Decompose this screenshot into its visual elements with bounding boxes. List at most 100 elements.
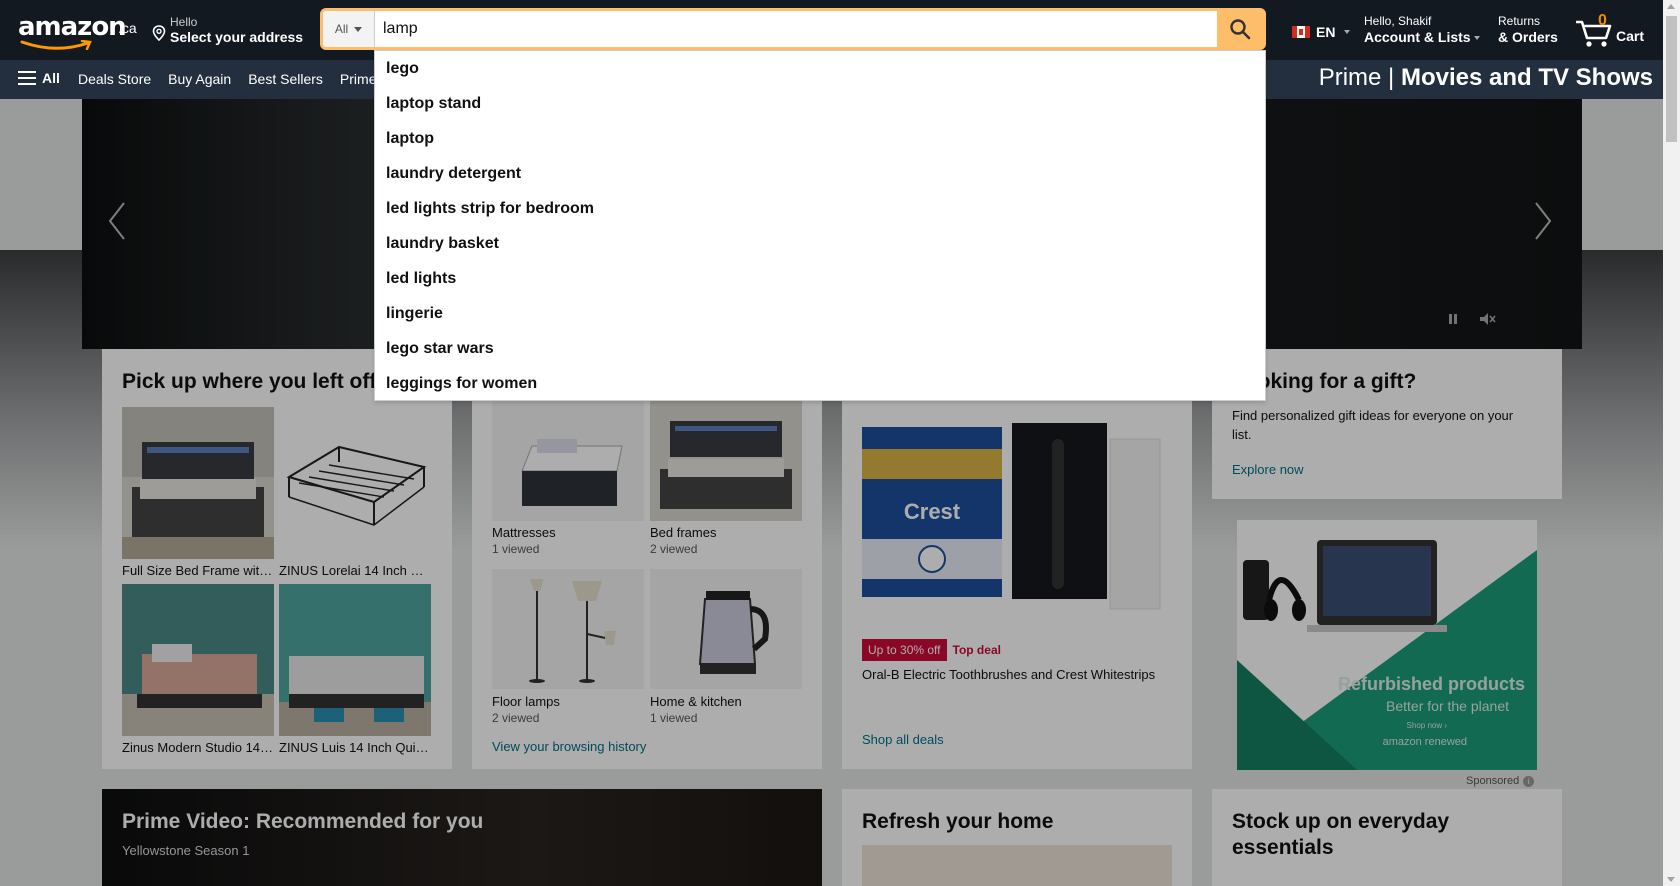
carousel-prev-icon[interactable] (102, 199, 132, 243)
carousel-next-icon[interactable] (1528, 199, 1558, 243)
search-suggestion[interactable]: led lights strip for bedroom (375, 191, 1265, 226)
product-image-studio-bed[interactable] (122, 584, 274, 736)
category-view-count: 1 viewed (650, 711, 698, 725)
explore-now-link[interactable]: Explore now (1232, 462, 1304, 477)
search-suggestion[interactable]: laundry basket (375, 226, 1265, 261)
returns-orders-link[interactable]: Returns & Orders (1498, 14, 1558, 45)
nav-link-buy-again[interactable]: Buy Again (168, 71, 231, 87)
shop-all-deals-link[interactable]: Shop all deals (862, 732, 944, 747)
prime-video-subtitle: Yellowstone Season 1 (122, 843, 250, 859)
search-category-label: All (334, 22, 349, 36)
chevron-down-icon (1473, 36, 1480, 41)
search-suggestions-dropdown: lego laptop stand laptop laundry deterge… (374, 50, 1266, 401)
account-label: Account & Lists (1364, 29, 1471, 45)
deal-product-image[interactable]: Crest (862, 419, 1172, 619)
cart-button[interactable]: 0 Cart (1574, 10, 1654, 50)
category-image-mattresses[interactable] (492, 401, 644, 521)
deal-discount-badge: Up to 30% off (862, 639, 947, 661)
prime-video-title: Prime Video: Recommended for you (122, 810, 484, 833)
search-category-dropdown[interactable]: All (323, 11, 375, 47)
card-stock-up: Stock up on everyday essentials (1212, 789, 1562, 886)
product-caption[interactable]: ZINUS Lorelai 14 Inch Metal Platform Bed… (279, 563, 431, 578)
category-image-floor-lamps[interactable] (492, 569, 644, 689)
product-caption[interactable]: ZINUS Luis 14 Inch Quick Snap Standard B… (279, 740, 431, 755)
ad-cta: Shop now › (1406, 721, 1447, 730)
hamburger-icon (18, 71, 36, 85)
category-name[interactable]: Home & kitchen (650, 694, 742, 709)
product-image-luis-bed[interactable] (279, 584, 431, 736)
deal-tag: Top deal (952, 643, 1001, 657)
ad-title: Refurbished products (1337, 674, 1525, 694)
canada-flag-icon (1292, 26, 1310, 38)
browsing-history-link[interactable]: View your browsing history (492, 739, 646, 754)
search-suggestion[interactable]: lego star wars (375, 331, 1265, 366)
location-pin-icon (152, 25, 166, 41)
smile-arrow-icon (20, 40, 92, 50)
category-name[interactable]: Floor lamps (492, 694, 560, 709)
account-lists-menu[interactable]: Hello, Shakif Account & Lists (1364, 14, 1480, 45)
nav-link-prime[interactable]: Prime (340, 71, 377, 87)
language-code: EN (1316, 24, 1336, 40)
category-view-count: 2 viewed (492, 711, 540, 725)
nav-link-best-sellers[interactable]: Best Sellers (248, 71, 323, 87)
category-name[interactable]: Mattresses (492, 525, 556, 540)
search-icon (1230, 19, 1251, 40)
cart-label: Cart (1616, 28, 1645, 44)
amazon-logo[interactable]: amazon .ca (14, 10, 137, 50)
all-menu-button[interactable]: All (18, 70, 60, 86)
card-refresh-home: Refresh your home (842, 789, 1192, 886)
search-input[interactable] (383, 11, 1217, 47)
card-gift-title: Looking for a gift? (1232, 370, 1417, 393)
sponsored-text: Sponsored (1466, 775, 1520, 787)
product-caption[interactable]: Zinus Modern Studio 14 Inch Platform Bed (122, 740, 274, 755)
search-suggestion[interactable]: laptop stand (375, 86, 1265, 121)
cart-icon (1576, 20, 1612, 47)
search-suggestion[interactable]: lego (375, 51, 1265, 86)
prime-separator: | (1388, 64, 1395, 91)
category-view-count: 2 viewed (650, 542, 698, 556)
refresh-home-title: Refresh your home (862, 810, 1054, 833)
refurbished-ad[interactable]: Refurbished products Better for the plan… (1237, 520, 1537, 770)
returns-label: Returns (1498, 14, 1541, 28)
account-greeting: Hello, Shakif (1364, 14, 1432, 28)
prime-video-banner[interactable]: Prime | Movies and TV Shows (1319, 64, 1653, 92)
nav-links: Deals Store Buy Again Best Sellers Prime (78, 71, 376, 87)
cart-count: 0 (1598, 12, 1607, 29)
search-bar: All (320, 8, 1266, 50)
card-pick-up: Pick up where you left off Full Size Bed… (102, 349, 452, 769)
category-image-home-kitchen[interactable] (650, 569, 802, 689)
search-suggestion[interactable]: leggings for women (375, 366, 1265, 401)
pause-icon[interactable] (1442, 308, 1464, 330)
card-prime-video[interactable]: Prime Video: Recommended for you Yellows… (102, 789, 822, 886)
product-caption[interactable]: Full Size Bed Frame with Storage Headboa… (122, 563, 274, 578)
mute-icon[interactable] (1476, 308, 1498, 330)
logo-wordmark: amazon (18, 12, 127, 42)
category-image-bed-frames[interactable] (650, 401, 802, 521)
crest-logo-text: Crest (904, 499, 961, 524)
scroll-down-arrow-icon[interactable] (1667, 877, 1675, 882)
scroll-up-arrow-icon[interactable] (1667, 4, 1675, 9)
nav-link-deals-store[interactable]: Deals Store (78, 71, 151, 87)
sponsored-label: Sponsored i (1466, 775, 1535, 787)
info-icon[interactable]: i (1523, 775, 1535, 787)
scrollbar-thumb[interactable] (1666, 16, 1677, 142)
search-button[interactable] (1217, 11, 1263, 47)
card-gift-description: Find personalized gift ideas for everyon… (1232, 408, 1514, 442)
card-deals: Crest Up to 30% off Top deal Oral-B Elec… (842, 349, 1192, 769)
search-suggestion[interactable]: lingerie (375, 296, 1265, 331)
prime-movies-label: Movies and TV Shows (1400, 64, 1653, 91)
search-suggestion[interactable]: laundry detergent (375, 156, 1265, 191)
page-scrollbar[interactable] (1663, 0, 1680, 886)
product-image-metal-bed-frame[interactable] (279, 407, 431, 559)
search-suggestion[interactable]: laptop (375, 121, 1265, 156)
language-selector[interactable]: EN (1292, 24, 1351, 40)
chevron-down-icon (1344, 30, 1351, 34)
ad-subtitle: Better for the planet (1386, 698, 1509, 714)
search-suggestion[interactable]: led lights (375, 261, 1265, 296)
product-image-bed-frame-storage[interactable] (122, 407, 274, 559)
logo-tld: .ca (118, 20, 137, 36)
refresh-home-image[interactable] (862, 845, 1172, 886)
deal-description[interactable]: Oral-B Electric Toothbrushes and Crest W… (862, 667, 1172, 682)
category-view-count: 1 viewed (492, 542, 540, 556)
category-name[interactable]: Bed frames (650, 525, 716, 540)
